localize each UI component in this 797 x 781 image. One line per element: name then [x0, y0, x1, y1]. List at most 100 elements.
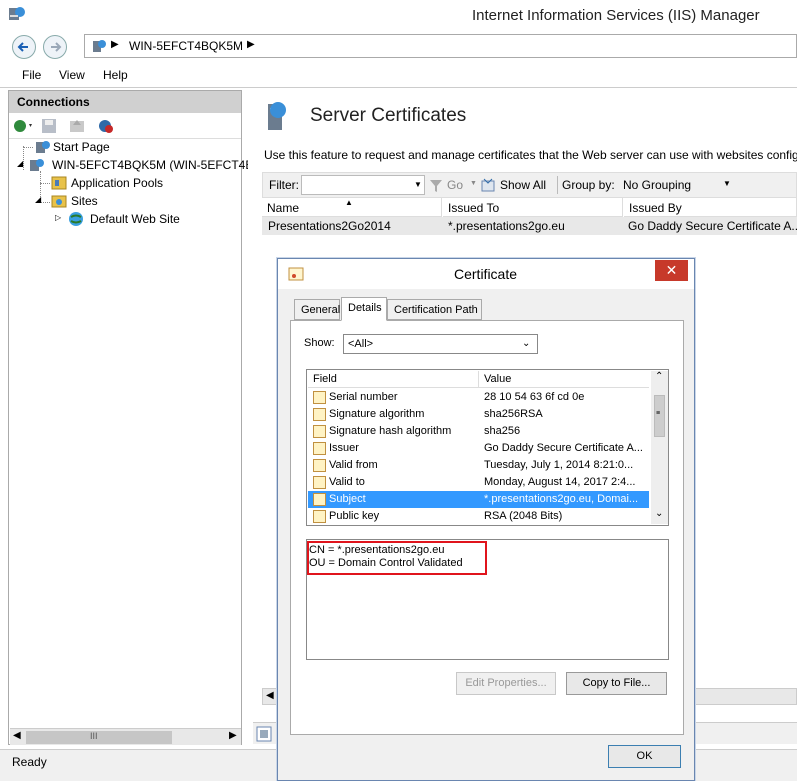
close-button[interactable]: ✕ [655, 260, 688, 281]
back-button[interactable] [12, 35, 36, 59]
field-icon [313, 391, 326, 404]
group-by-label: Group by: [562, 178, 615, 192]
address-bar: ▶ WIN-5EFCT4BQK5M ▶ [0, 31, 797, 63]
list-header: Field Value [308, 371, 649, 388]
tree-item-application-pools[interactable]: Application Pools [45, 174, 235, 192]
field-row[interactable]: Public key RSA (2048 Bits) [308, 508, 649, 525]
field-detail-box[interactable]: CN = *.presentations2go.eu OU = Domain C… [306, 539, 669, 660]
page-description: Use this feature to request and manage c… [264, 148, 797, 162]
menu-file[interactable]: File [22, 68, 41, 82]
collapse-icon[interactable]: ◢ [17, 159, 23, 168]
scroll-right-icon[interactable]: ▶ [229, 730, 237, 741]
column-header-issued-to[interactable]: Issued To [443, 198, 623, 217]
tree-label: Start Page [53, 140, 110, 154]
tree-item-start-page[interactable]: Start Page [27, 138, 237, 156]
group-by-select[interactable]: No Grouping ▼ [619, 175, 737, 195]
address-box[interactable]: ▶ WIN-5EFCT4BQK5M ▶ [84, 34, 797, 58]
filter-label: Filter: [269, 178, 299, 192]
field-name: Signature hash algorithm [329, 425, 452, 437]
column-header-field[interactable]: Field [313, 373, 337, 385]
connections-toolbar [9, 113, 241, 139]
go-button[interactable]: Go [447, 178, 463, 192]
connections-title: Connections [17, 95, 90, 109]
menu-help[interactable]: Help [103, 68, 128, 82]
sort-asc-icon: ▲ [345, 198, 353, 207]
field-name: Serial number [329, 391, 398, 403]
globe-icon [68, 211, 84, 230]
field-row[interactable]: Signature algorithm sha256RSA [308, 406, 649, 423]
features-view-icon[interactable] [256, 726, 272, 745]
title-bar: Internet Information Services (IIS) Mana… [0, 0, 797, 31]
fields-list[interactable]: Field Value Serial number 28 10 54 63 6f … [306, 369, 669, 526]
address-crumb[interactable]: WIN-5EFCT4BQK5M [129, 39, 243, 53]
expand-icon[interactable]: ▷ [55, 213, 61, 222]
hscroll-thumb[interactable]: III [26, 731, 172, 744]
field-value: RSA (2048 Bits) [484, 510, 563, 522]
tree-item-default-web-site[interactable]: ▷ Default Web Site [55, 210, 235, 228]
back-arrow-icon [17, 42, 28, 52]
column-header-name[interactable]: Name ▲ [262, 198, 442, 217]
vscroll-thumb[interactable]: ≡ [654, 395, 665, 437]
field-icon [313, 476, 326, 489]
close-icon: ✕ [665, 262, 678, 278]
save-icon[interactable] [41, 118, 57, 137]
tree-label: Application Pools [71, 176, 164, 190]
field-row[interactable]: Issuer Go Daddy Secure Certificate A... [308, 440, 649, 457]
up-icon[interactable] [69, 118, 85, 137]
scroll-left-icon[interactable]: ◀ [266, 690, 274, 701]
show-select[interactable]: <All> ⌄ [343, 334, 538, 354]
connections-hscrollbar[interactable]: ◀ III ▶ [10, 728, 241, 745]
edit-properties-button[interactable]: Edit Properties... [456, 672, 556, 695]
tree-label: WIN-5EFCT4BQK5M (WIN-5EFCT4B [52, 158, 254, 172]
field-row[interactable]: Serial number 28 10 54 63 6f cd 0e [308, 389, 649, 406]
scroll-down-icon[interactable]: ⌄ [655, 508, 663, 519]
field-icon [313, 425, 326, 438]
show-all-button[interactable]: Show All [500, 178, 546, 192]
disconnect-icon[interactable] [97, 118, 115, 137]
iis-app-icon [8, 6, 26, 25]
menu-view[interactable]: View [59, 68, 85, 82]
page-title: Server Certificates [310, 105, 467, 126]
tree-item-sites[interactable]: ◢ Sites [35, 192, 225, 210]
copy-to-file-button[interactable]: Copy to File... [566, 672, 667, 695]
field-row[interactable]: Subject *.presentations2go.eu, Domai... [308, 491, 649, 508]
field-row[interactable]: Signature hash algorithm sha256 [308, 423, 649, 440]
tab-certification-path[interactable]: Certification Path [387, 299, 482, 320]
filter-input[interactable]: ▼ [301, 175, 425, 195]
field-row[interactable]: Valid to Monday, August 14, 2017 2:4... [308, 474, 649, 491]
table-row[interactable]: Presentations2Go2014 *.presentations2go.… [262, 217, 797, 235]
collapse-icon[interactable]: ◢ [35, 195, 41, 204]
scroll-up-icon[interactable]: ⌃ [655, 371, 663, 382]
dropdown-arrow-icon[interactable]: ▼ [414, 180, 422, 189]
funnel-icon [429, 179, 443, 196]
column-header-value[interactable]: Value [484, 373, 511, 385]
fields-vscrollbar[interactable]: ⌃ ≡ ⌄ [651, 371, 668, 524]
column-header-issued-by[interactable]: Issued By [624, 198, 797, 217]
field-icon [313, 493, 326, 506]
field-icon [313, 510, 326, 523]
connect-icon[interactable] [12, 118, 34, 137]
filter-bar: Filter: ▼ Go ▼ Show All Group by: No Gro… [262, 172, 797, 198]
chevron-down-icon: ⌄ [522, 338, 531, 349]
field-icon [313, 459, 326, 472]
tab-details[interactable]: Details [341, 297, 387, 321]
dialog-title: Certificate [454, 266, 518, 282]
connections-header: Connections [9, 91, 241, 113]
address-separator-icon: ▶ [247, 39, 255, 50]
forward-button[interactable] [43, 35, 67, 59]
show-all-icon [480, 177, 496, 196]
dialog-title-bar: Certificate ✕ [278, 259, 694, 289]
dropdown-arrow-icon[interactable]: ▼ [723, 179, 731, 188]
ok-button[interactable]: OK [608, 745, 681, 768]
go-dropdown-icon[interactable]: ▼ [470, 180, 477, 187]
tree-item-server[interactable]: ◢ WIN-5EFCT4BQK5M (WIN-5EFCT4B [17, 156, 253, 174]
scroll-left-icon[interactable]: ◀ [13, 730, 21, 741]
field-value: Go Daddy Secure Certificate A... [484, 442, 643, 454]
certificate-icon [288, 267, 304, 284]
tab-general[interactable]: General [294, 299, 340, 320]
field-value: 28 10 54 63 6f cd 0e [484, 391, 585, 403]
menu-bar: File View Help [0, 63, 797, 88]
forward-arrow-icon [51, 42, 62, 52]
field-name: Signature algorithm [329, 408, 425, 420]
field-row[interactable]: Valid from Tuesday, July 1, 2014 8:21:0..… [308, 457, 649, 474]
